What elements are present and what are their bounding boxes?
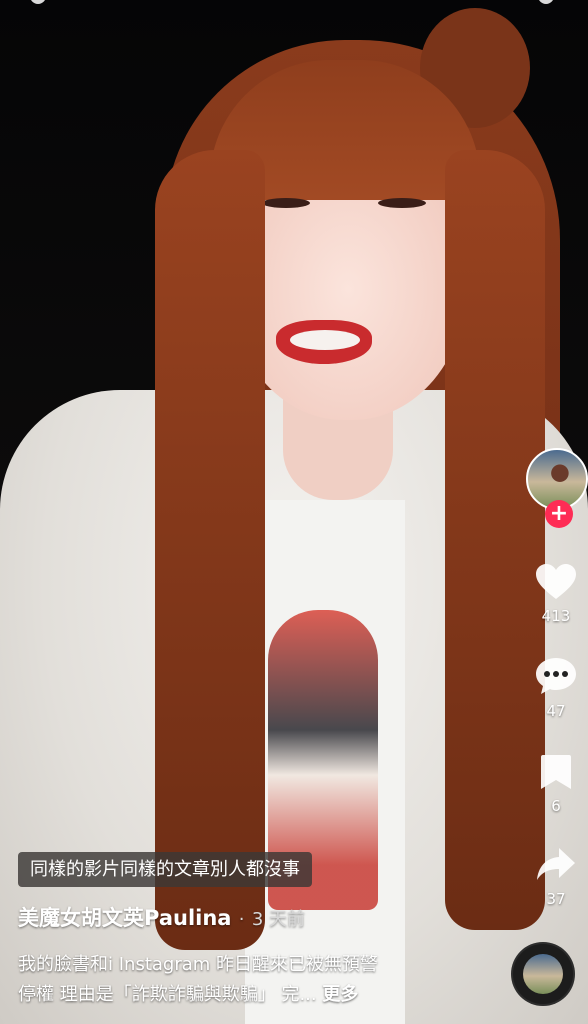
post-time: 3 天前 — [251, 909, 306, 930]
bookmark-icon — [541, 755, 571, 789]
follow-button[interactable]: + — [545, 500, 573, 528]
author-name[interactable]: 美魔女胡文英Paulina — [18, 906, 231, 930]
share-button[interactable]: 37 — [525, 846, 587, 908]
sound-disc-button[interactable] — [513, 944, 573, 1004]
description-line-2-wrap: 停權 理由是「詐欺詐騙與欺騙」 完... 更多 — [18, 980, 458, 1010]
subject-eye-left — [262, 198, 310, 208]
more-link[interactable]: 更多 — [322, 984, 358, 1005]
like-count: 413 — [541, 607, 571, 625]
description-line-2: 停權 理由是「詐欺詐騙與欺騙」 完... — [18, 984, 317, 1005]
subject-hair-left — [155, 150, 265, 950]
share-count: 37 — [546, 890, 566, 908]
save-count: 6 — [551, 797, 561, 815]
author-line: 美魔女胡文英Paulina · 3 天前 — [18, 902, 305, 932]
speech-bubble-icon — [536, 658, 576, 694]
sound-cover — [523, 954, 563, 994]
post-separator: · — [238, 909, 245, 930]
description-line-1: 我的臉書和i Instagram 昨日醒來已被無預警 — [18, 954, 379, 975]
video-player[interactable]: + 413 47 6 37 同樣的影片同樣的文章別人都沒事 美魔女胡文英Paul… — [0, 0, 588, 1024]
video-caption-overlay: 同樣的影片同樣的文章別人都沒事 — [18, 852, 312, 887]
video-description[interactable]: 我的臉書和i Instagram 昨日醒來已被無預警 停權 理由是「詐欺詐騙與欺… — [18, 950, 458, 1010]
creator-avatar-button[interactable]: + — [526, 448, 588, 528]
share-arrow-icon — [537, 848, 575, 880]
subject-teeth — [290, 330, 360, 350]
comment-button[interactable]: 47 — [525, 656, 587, 720]
like-button[interactable]: 413 — [525, 563, 587, 625]
heart-icon — [536, 564, 576, 599]
save-button[interactable]: 6 — [525, 753, 587, 815]
subject-eye-right — [378, 198, 426, 208]
comment-count: 47 — [546, 702, 566, 720]
